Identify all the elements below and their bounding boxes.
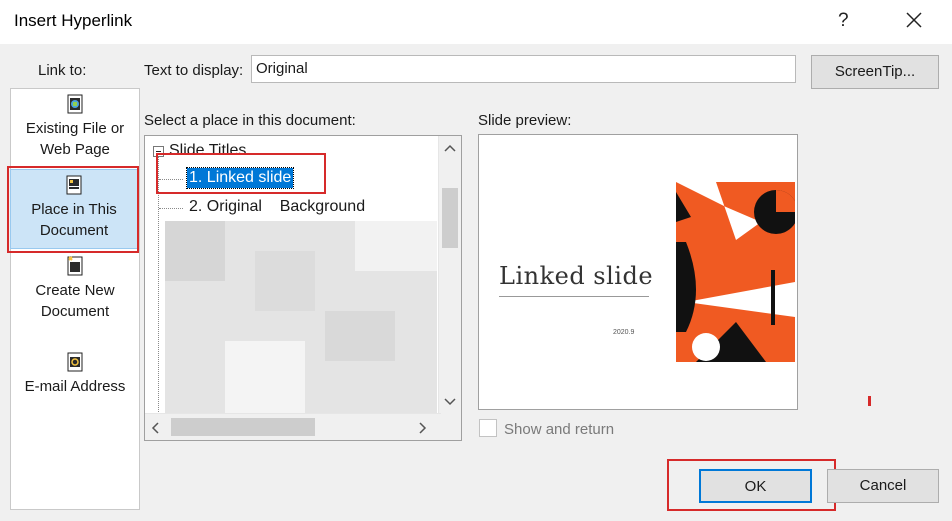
red-marker (868, 396, 871, 406)
link-to-email-address[interactable]: E-mail Address (11, 351, 139, 397)
email-icon (67, 352, 83, 372)
chevron-right-icon[interactable] (419, 422, 427, 434)
screentip-button[interactable]: ScreenTip... (811, 55, 939, 89)
insert-hyperlink-dialog: Insert Hyperlink ? Link to: Existing Fil… (0, 0, 952, 521)
slide-title-underline (499, 296, 649, 297)
dialog-title: Insert Hyperlink (14, 11, 133, 30)
place-tree-horizontal-scrollbar[interactable] (145, 413, 441, 440)
show-and-return-checkbox[interactable] (479, 419, 497, 437)
slide-thumbnail: Linked slide 2020.9 (483, 182, 795, 362)
link-to-existing-file-label: Existing File or Web Page (25, 120, 125, 158)
slide-date: 2020.9 (613, 329, 635, 336)
tree-item-original[interactable]: 2. Original Background (189, 198, 365, 216)
highlight-box-place-in-document (7, 166, 139, 253)
close-button[interactable] (902, 6, 926, 34)
vertical-scroll-thumb[interactable] (442, 188, 458, 248)
link-to-label: Link to: (38, 62, 87, 79)
slide-title: Linked slide (499, 262, 654, 290)
scroll-corner (439, 414, 461, 440)
title-bar: Insert Hyperlink ? (0, 0, 952, 44)
slide-preview-pane: Linked slide 2020.9 (478, 134, 798, 410)
horizontal-scroll-thumb[interactable] (171, 418, 315, 436)
place-tree-vertical-scrollbar[interactable] (438, 136, 461, 414)
chevron-down-icon[interactable] (444, 398, 456, 406)
highlight-box-ok (667, 459, 836, 511)
cancel-button[interactable]: Cancel (827, 469, 939, 503)
link-to-create-new-document[interactable]: Create New Document (11, 255, 139, 322)
text-to-display-input[interactable]: Original (251, 55, 796, 83)
link-to-bar: Existing File or Web Page Place in This … (10, 88, 140, 510)
chevron-left-icon[interactable] (151, 422, 159, 434)
select-place-label: Select a place in this document: (144, 112, 356, 129)
text-to-display-label: Text to display: (144, 62, 244, 79)
link-to-create-new-document-label: Create New Document (35, 282, 115, 320)
chevron-up-icon[interactable] (444, 144, 456, 152)
link-to-existing-file[interactable]: Existing File or Web Page (11, 93, 139, 160)
help-button[interactable]: ? (838, 10, 849, 32)
highlight-box-linked-slide (156, 153, 326, 194)
slide-preview-label: Slide preview: (478, 112, 572, 129)
show-and-return-label: Show and return (504, 421, 615, 438)
close-icon (906, 12, 922, 28)
blurred-region (165, 221, 437, 413)
slide-artwork (676, 182, 795, 362)
link-to-email-address-label: E-mail Address (24, 378, 126, 395)
new-document-icon (67, 256, 83, 276)
globe-file-icon (67, 94, 83, 114)
